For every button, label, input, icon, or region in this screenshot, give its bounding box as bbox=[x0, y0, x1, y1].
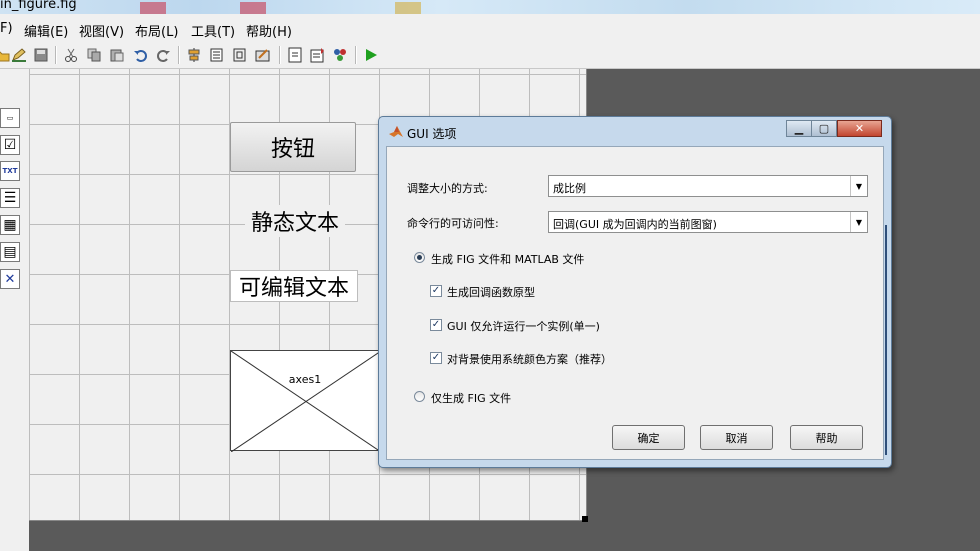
window-title: in_figure.fig bbox=[0, 0, 77, 12]
scrollbar[interactable] bbox=[885, 225, 887, 455]
copy-icon[interactable] bbox=[86, 47, 102, 63]
menu-edit[interactable]: 编辑(E) bbox=[24, 21, 68, 40]
window-title-bar: in_figure.fig bbox=[0, 0, 980, 14]
menu-tools[interactable]: 工具(T) bbox=[191, 21, 235, 40]
radio-fig-and-m[interactable] bbox=[414, 252, 425, 263]
toolbar-editor-icon[interactable] bbox=[255, 47, 271, 63]
toolbar bbox=[0, 42, 980, 69]
save-icon[interactable] bbox=[33, 47, 49, 63]
panel-tool-icon[interactable]: ▤ bbox=[0, 242, 20, 262]
check-system-colors-label[interactable]: 对背景使用系统颜色方案（推荐） bbox=[447, 351, 612, 367]
access-label: 命令行的可访问性: bbox=[407, 217, 499, 230]
menu-help[interactable]: 帮助(H) bbox=[246, 21, 292, 40]
menu-view[interactable]: 视图(V) bbox=[79, 21, 124, 40]
gui-options-dialog: GUI 选项 ▁ ▢ ✕ 调整大小的方式: 成比例 ▼ 命令行的可访问性: 回调… bbox=[378, 116, 892, 468]
run-icon[interactable] bbox=[363, 47, 379, 63]
radio-fig-only[interactable] bbox=[414, 391, 425, 402]
menu-editor-icon[interactable] bbox=[209, 47, 225, 63]
cut-icon[interactable] bbox=[63, 47, 79, 63]
mfile-icon[interactable] bbox=[287, 47, 303, 63]
resize-select[interactable]: 成比例 ▼ bbox=[548, 175, 868, 197]
canvas-resize-handle[interactable] bbox=[582, 516, 588, 522]
object-browser-icon[interactable] bbox=[332, 47, 348, 63]
dialog-title: GUI 选项 bbox=[407, 127, 457, 141]
access-select[interactable]: 回调(GUI 成为回调内的当前图窗) ▼ bbox=[548, 211, 868, 233]
paste-icon[interactable] bbox=[109, 47, 125, 63]
redo-icon[interactable] bbox=[155, 47, 171, 63]
axes-label: axes1 bbox=[288, 373, 322, 386]
edit-text-component[interactable]: 可编辑文本 bbox=[230, 270, 358, 302]
property-inspector-icon[interactable] bbox=[310, 47, 326, 63]
resize-label: 调整大小的方式: bbox=[407, 182, 488, 195]
check-single-instance[interactable]: ✓ bbox=[430, 319, 442, 331]
menu-layout[interactable]: 布局(L) bbox=[135, 21, 178, 40]
radio-fig-and-m-label[interactable]: 生成 FIG 文件和 MATLAB 文件 bbox=[431, 251, 584, 267]
dialog-body: 调整大小的方式: 成比例 ▼ 命令行的可访问性: 回调(GUI 成为回调内的当前… bbox=[386, 146, 884, 460]
access-value: 回调(GUI 成为回调内的当前图窗) bbox=[553, 218, 717, 231]
activex-tool-icon[interactable]: ✕ bbox=[0, 269, 20, 289]
push-button-component[interactable]: 按钮 bbox=[230, 122, 356, 172]
check-system-colors[interactable]: ✓ bbox=[430, 352, 442, 364]
chevron-down-icon[interactable]: ▼ bbox=[850, 212, 867, 232]
maximize-button[interactable]: ▢ bbox=[811, 120, 837, 137]
static-text-component[interactable]: 静态文本 bbox=[245, 205, 345, 237]
cancel-button[interactable]: 取消 bbox=[700, 425, 773, 450]
close-button[interactable]: ✕ bbox=[837, 120, 882, 137]
check-callbacks[interactable]: ✓ bbox=[430, 285, 442, 297]
slider-tool-icon[interactable]: ▭ bbox=[0, 108, 20, 128]
resize-value: 成比例 bbox=[553, 182, 586, 195]
minimize-button[interactable]: ▁ bbox=[786, 120, 812, 137]
component-palette: ▭ ☑ TXT ☰ ▦ ▤ ✕ bbox=[0, 69, 29, 551]
check-callbacks-label[interactable]: 生成回调函数原型 bbox=[447, 284, 535, 300]
help-button[interactable]: 帮助 bbox=[790, 425, 863, 450]
text-tool-icon[interactable]: TXT bbox=[0, 161, 20, 181]
ok-button[interactable]: 确定 bbox=[612, 425, 685, 450]
chevron-down-icon[interactable]: ▼ bbox=[850, 176, 867, 196]
table-tool-icon[interactable]: ▦ bbox=[0, 215, 20, 235]
check-single-instance-label[interactable]: GUI 仅允许运行一个实例(单一) bbox=[447, 318, 600, 334]
menu-bar: F) 编辑(E) 视图(V) 布局(L) 工具(T) 帮助(H) bbox=[0, 14, 980, 43]
taskbar-thumbnail bbox=[140, 2, 166, 14]
axes-component[interactable]: axes1 bbox=[230, 350, 381, 452]
radio-fig-only-label[interactable]: 仅生成 FIG 文件 bbox=[431, 390, 511, 406]
open-icon[interactable] bbox=[0, 47, 10, 63]
matlab-logo-icon bbox=[389, 125, 403, 138]
tab-order-icon[interactable] bbox=[232, 47, 248, 63]
taskbar-thumbnail bbox=[240, 2, 266, 14]
align-icon[interactable] bbox=[186, 47, 202, 63]
menu-file[interactable]: F) bbox=[0, 21, 13, 36]
edit-icon[interactable] bbox=[11, 47, 27, 63]
listbox-tool-icon[interactable]: ☰ bbox=[0, 188, 20, 208]
checkbox-tool-icon[interactable]: ☑ bbox=[0, 135, 20, 155]
taskbar-thumbnail bbox=[395, 2, 421, 14]
undo-icon[interactable] bbox=[133, 47, 149, 63]
